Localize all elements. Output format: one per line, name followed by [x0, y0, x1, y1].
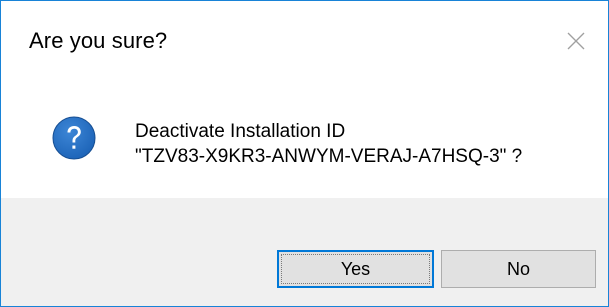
dialog-title: Are you sure?	[29, 28, 168, 53]
no-button[interactable]: No	[441, 250, 596, 288]
message-line-2: "TZV83-X9KR3-ANWYM-VERAJ-A7HSQ-3" ?	[135, 146, 523, 167]
dialog-message: Deactivate Installation ID "TZV83-X9KR3-…	[135, 119, 522, 169]
button-bar: Yes No	[1, 198, 608, 306]
close-button[interactable]	[544, 1, 608, 81]
yes-button[interactable]: Yes	[277, 250, 434, 288]
close-icon	[567, 32, 585, 50]
dialog-content: Deactivate Installation ID "TZV83-X9KR3-…	[1, 81, 608, 198]
question-icon	[52, 116, 96, 160]
yes-button-label: Yes	[340, 258, 371, 279]
message-line-1: Deactivate Installation ID	[135, 121, 346, 142]
title-bar: Are you sure?	[1, 1, 608, 81]
no-button-label: No	[506, 258, 530, 279]
confirmation-dialog: Are you sure? Deactivate Installation ID…	[0, 0, 609, 307]
